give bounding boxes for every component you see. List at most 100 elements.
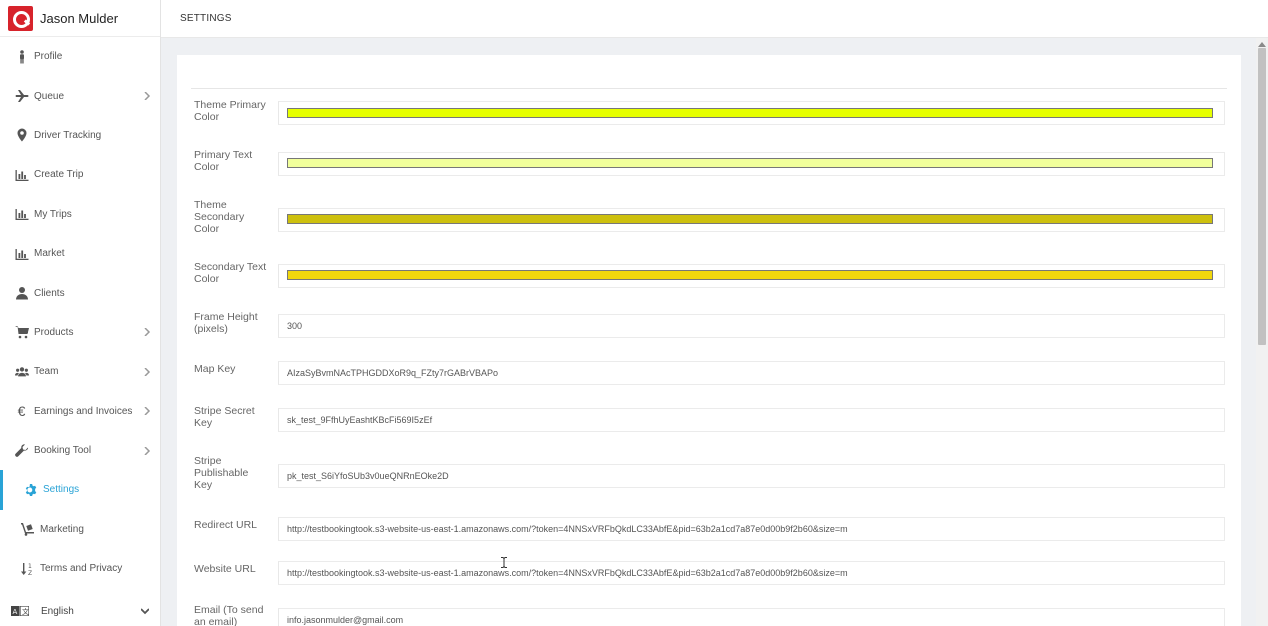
chevron-down-icon xyxy=(140,607,150,615)
sidebar-item-create-trip[interactable]: Create Trip xyxy=(0,155,160,194)
field-value: pk_test_S6iYfoSUb3v0ueQNRnEOke2D xyxy=(287,471,449,481)
sidebar-item-market[interactable]: Market xyxy=(0,234,160,273)
sidebar-item-settings[interactable]: Settings xyxy=(0,470,160,510)
sidebar-item-profile[interactable]: Profile xyxy=(0,37,160,76)
setting-label: Map Key xyxy=(194,363,236,375)
chevron-right-icon xyxy=(143,406,151,416)
users-icon xyxy=(14,365,29,379)
sidebar-item-label: Queue xyxy=(34,90,65,102)
sidebar-item-label: Terms and Privacy xyxy=(40,563,123,575)
setting-theme-secondary-color: Theme Secondary Color xyxy=(191,199,1227,243)
language-icon: A文 xyxy=(11,605,30,617)
sidebar-item-label: Booking Tool xyxy=(34,445,92,457)
cart-icon xyxy=(14,325,29,339)
bar-chart-icon xyxy=(14,247,29,261)
setting-label: Redirect URL xyxy=(194,519,258,531)
map-key-input[interactable]: AIzaSyBvmNAcTPHGDDXoR9q_FZty7rGABrVBAPo xyxy=(278,361,1225,385)
scroll-up-arrow-icon[interactable] xyxy=(1258,42,1266,47)
chevron-right-icon xyxy=(143,367,151,377)
setting-label: Website URL xyxy=(194,563,256,575)
setting-secondary-text-color: Secondary Text Color xyxy=(191,261,1227,293)
plane-icon xyxy=(14,89,29,103)
sidebar-item-label: Driver Tracking xyxy=(34,129,102,141)
website-url-input[interactable]: http://testbookingtook.s3-website-us-eas… xyxy=(278,561,1225,585)
setting-label: Stripe Publishable Key xyxy=(194,455,249,491)
page-scrollbar[interactable] xyxy=(1256,38,1268,626)
sidebar-item-products[interactable]: Products xyxy=(0,313,160,352)
setting-label: Secondary Text Color xyxy=(194,261,267,285)
stripe-secret-key-input[interactable]: sk_test_9FfhUyEashtKBcFi569I5zEf xyxy=(278,408,1225,432)
setting-label: Theme Secondary Color xyxy=(194,199,245,235)
sidebar-item-earnings-invoices[interactable]: € Earnings and Invoices xyxy=(0,392,160,431)
page-title: SETTINGS xyxy=(180,13,232,24)
stripe-publishable-key-input[interactable]: pk_test_S6iYfoSUb3v0ueQNRnEOke2D xyxy=(278,464,1225,488)
text-cursor-icon xyxy=(501,555,507,568)
bar-chart-icon xyxy=(14,168,29,182)
sidebar-item-label: Settings xyxy=(43,484,80,496)
sidebar: Jason Mulder Profile Queue Driver Tracki… xyxy=(0,0,161,626)
svg-text:文: 文 xyxy=(22,607,29,616)
setting-redirect-url: Redirect URL http://testbookingtook.s3-w… xyxy=(191,517,1227,541)
sidebar-item-label: Market xyxy=(34,248,65,260)
language-label: English xyxy=(41,605,74,617)
redirect-url-input[interactable]: http://testbookingtook.s3-website-us-eas… xyxy=(278,517,1225,541)
field-value: info.jasonmulder@gmail.com xyxy=(287,615,404,625)
setting-primary-text-color: Primary Text Color xyxy=(191,149,1227,181)
setting-label: Stripe Secret Key xyxy=(194,405,255,429)
setting-theme-primary-color: Theme Primary Color xyxy=(191,98,1227,130)
primary-text-color-swatch[interactable] xyxy=(287,158,1213,168)
sidebar-item-label: My Trips xyxy=(34,208,72,220)
user-name: Jason Mulder xyxy=(40,10,119,26)
bar-chart-icon xyxy=(14,207,29,221)
setting-website-url: Website URL http://testbookingtook.s3-we… xyxy=(191,561,1227,585)
sidebar-item-label: Create Trip xyxy=(34,169,84,181)
scrollbar-thumb[interactable] xyxy=(1258,48,1266,345)
theme-secondary-color-swatch[interactable] xyxy=(287,214,1213,224)
sidebar-item-label: Profile xyxy=(34,51,63,63)
brand-header[interactable]: Jason Mulder xyxy=(0,0,160,37)
field-value: http://testbookingtook.s3-website-us-eas… xyxy=(287,524,848,534)
sidebar-item-booking-tool[interactable]: Booking Tool xyxy=(0,431,160,470)
svg-text:Z: Z xyxy=(28,570,32,576)
settings-panel: Theme Primary Color Primary Text Color T… xyxy=(177,55,1241,626)
map-pin-icon xyxy=(14,128,29,142)
svg-text:A: A xyxy=(13,608,18,616)
email-input[interactable]: info.jasonmulder@gmail.com xyxy=(278,608,1225,626)
frame-height-input[interactable]: 300 xyxy=(278,314,1225,338)
sidebar-item-clients[interactable]: Clients xyxy=(0,273,160,312)
sidebar-item-team[interactable]: Team xyxy=(0,352,160,391)
sidebar-item-label: Clients xyxy=(34,287,65,299)
setting-frame-height: Frame Height (pixels) 300 xyxy=(191,311,1227,341)
sort-icon: 1Z xyxy=(20,562,35,576)
field-value: AIzaSyBvmNAcTPHGDDXoR9q_FZty7rGABrVBAPo xyxy=(287,368,499,378)
chevron-right-icon xyxy=(143,446,151,456)
wrench-icon xyxy=(14,443,29,458)
divider xyxy=(191,88,1227,89)
euro-icon: € xyxy=(17,403,26,420)
field-value: 300 xyxy=(287,321,303,331)
user-icon xyxy=(14,286,29,300)
language-selector[interactable]: A文 English xyxy=(0,596,160,626)
dolly-icon xyxy=(20,522,35,537)
field-value: sk_test_9FfhUyEashtKBcFi569I5zEf xyxy=(287,415,433,425)
sidebar-item-label: Team xyxy=(34,366,59,378)
setting-stripe-secret-key: Stripe Secret Key sk_test_9FfhUyEashtKBc… xyxy=(191,405,1227,435)
sidebar-item-label: Marketing xyxy=(40,523,84,535)
sidebar-item-driver-tracking[interactable]: Driver Tracking xyxy=(0,116,160,155)
theme-primary-color-swatch[interactable] xyxy=(287,108,1213,118)
secondary-text-color-swatch[interactable] xyxy=(287,270,1213,280)
top-bar: SETTINGS xyxy=(161,0,1268,38)
chevron-right-icon xyxy=(143,327,151,337)
sidebar-item-marketing[interactable]: Marketing xyxy=(0,510,160,549)
setting-label: Theme Primary Color xyxy=(194,99,266,123)
sidebar-item-my-trips[interactable]: My Trips xyxy=(0,195,160,234)
setting-map-key: Map Key AIzaSyBvmNAcTPHGDDXoR9q_FZty7rGA… xyxy=(191,361,1227,385)
setting-label: Email (To send an email) xyxy=(194,604,264,626)
sidebar-item-label: Earnings and Invoices xyxy=(34,405,133,417)
sidebar-item-terms-privacy[interactable]: 1Z Terms and Privacy xyxy=(0,549,160,588)
svg-text:1: 1 xyxy=(28,563,32,570)
sidebar-item-queue[interactable]: Queue xyxy=(0,76,160,115)
person-icon xyxy=(14,49,29,64)
setting-label: Primary Text Color xyxy=(194,149,253,173)
field-value: http://testbookingtook.s3-website-us-eas… xyxy=(287,568,848,578)
